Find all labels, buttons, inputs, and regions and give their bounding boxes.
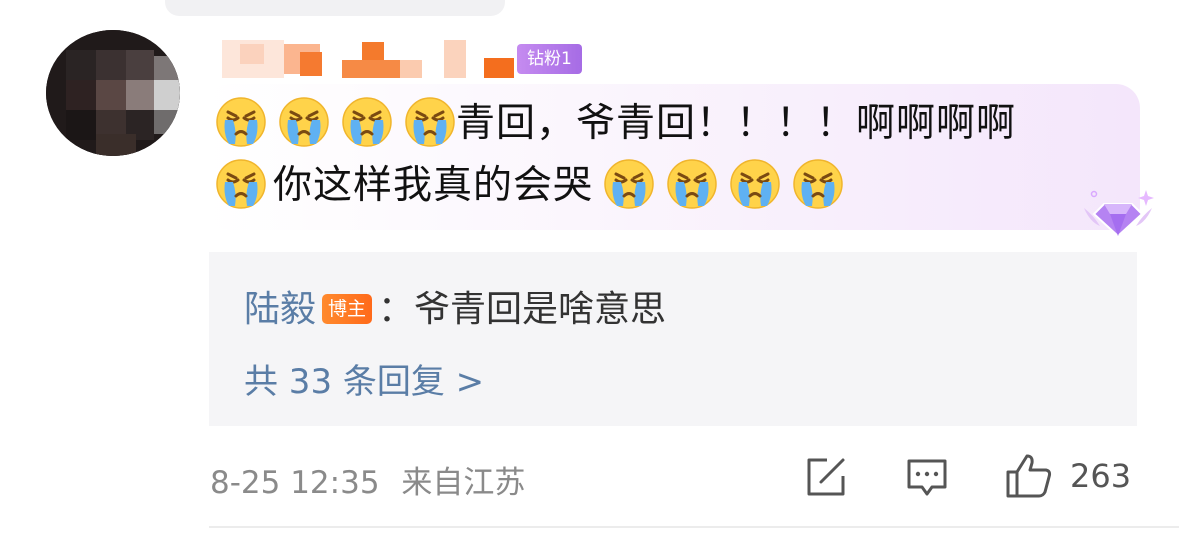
comment-location: 来自江苏 [401, 465, 526, 501]
crying-face-icon [792, 158, 844, 210]
crying-face-icon [215, 96, 267, 148]
comment-icon[interactable] [906, 456, 948, 498]
crying-face-icon [729, 158, 781, 210]
reply-preview-row[interactable]: 陆毅 博主 ：爷青回是啥意思 [244, 280, 666, 332]
crying-face-icon [341, 96, 393, 148]
repost-icon[interactable] [805, 456, 847, 498]
username-redacted[interactable] [222, 40, 514, 78]
crying-face-icon [603, 158, 655, 210]
comment-text[interactable]: 青回，爷青回！！！！啊啊啊啊 你这样我真的会哭 [215, 93, 1145, 217]
fan-level-badge: 钻粉1 [517, 44, 582, 74]
comment-line-1-text: 青回，爷青回！！！！啊啊啊啊 [456, 101, 1017, 146]
crying-face-icon [215, 158, 267, 210]
host-badge: 博主 [322, 294, 373, 324]
crying-face-icon [666, 158, 718, 210]
comment-line-2-text: 你这样我真的会哭 [273, 163, 594, 208]
view-all-replies-link[interactable]: 共 33 条回复 > [244, 354, 484, 403]
comment-line-1: 青回，爷青回！！！！啊啊啊啊 [215, 93, 1145, 155]
like-thumbs-up-icon[interactable] [1005, 452, 1053, 500]
previous-comment-edge [165, 0, 505, 16]
crying-face-icon [404, 96, 456, 148]
reply-author-name[interactable]: 陆毅 [244, 289, 316, 330]
crying-face-icon [278, 96, 330, 148]
comment-time: 8-25 12:35 [210, 465, 380, 501]
diamond-fan-icon [1084, 190, 1154, 238]
comment-line-2: 你这样我真的会哭 [215, 155, 1145, 217]
like-count: 263 [1070, 457, 1132, 495]
avatar[interactable] [46, 30, 180, 156]
reply-text: ：爷青回是啥意思 [378, 289, 667, 330]
comment-meta: 8-25 12:35 来自江苏 [210, 457, 525, 502]
divider [209, 526, 1179, 528]
